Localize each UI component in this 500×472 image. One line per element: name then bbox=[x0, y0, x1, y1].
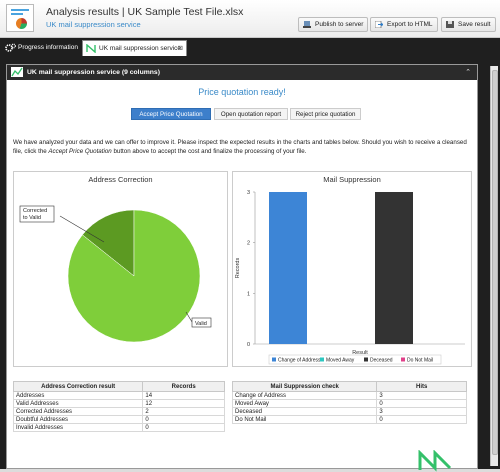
mail-suppression-table: Mail Suppression check Hits Change of Addr… bbox=[231, 381, 467, 424]
legend-swatch bbox=[364, 357, 368, 362]
table-cell: 2 bbox=[142, 407, 225, 416]
table-cell: Addresses bbox=[12, 391, 144, 400]
description-line-1: We have analyzed your data and we can of… bbox=[13, 139, 467, 146]
chart-icon bbox=[11, 67, 23, 77]
table-row: Addresses 14 bbox=[12, 391, 225, 400]
y-tick-label: 3 bbox=[247, 190, 250, 196]
window-subtitle[interactable]: UK mail suppression service bbox=[46, 20, 141, 29]
legend-label: Moved Away bbox=[326, 358, 355, 364]
legend-swatch bbox=[320, 357, 324, 362]
callout-label: Valid bbox=[195, 321, 207, 327]
publish-button[interactable]: Publish to server bbox=[298, 17, 369, 32]
analysis-results-icon bbox=[6, 4, 34, 32]
bar-chart: 0123RecordsResultChange of Address Moved … bbox=[235, 190, 465, 365]
table-cell: Invalid Addresses bbox=[12, 423, 144, 432]
table-row: Doubtful Addresses 0 bbox=[12, 415, 225, 424]
table-cell: Valid Addresses bbox=[12, 399, 144, 408]
description-line-2: file, click the Accept Price Quotation b… bbox=[13, 147, 307, 155]
service-logo-icon bbox=[86, 44, 96, 53]
table-cell: 3 bbox=[376, 391, 467, 400]
legend-label: Do Not Mail bbox=[407, 358, 433, 364]
table-row: Change of Address 3 bbox=[231, 391, 467, 400]
service-panel: UK mail suppression service (9 columns) … bbox=[6, 64, 478, 472]
collapse-icon[interactable]: ⌃ bbox=[465, 65, 471, 80]
bar-change-of-address bbox=[269, 192, 307, 344]
mail-suppression-chart: Mail Suppression 0 1 2 3 Records Result Change… bbox=[232, 171, 472, 367]
accept-quotation-button[interactable]: Accept Price Quotation bbox=[131, 108, 211, 120]
table-cell: Do Not Mail bbox=[231, 415, 378, 424]
publish-server-icon bbox=[303, 21, 311, 28]
panel-header[interactable]: UK mail suppression service (9 columns) … bbox=[7, 65, 477, 80]
table-header-row: Mail Suppression check Hits bbox=[231, 381, 467, 392]
y-tick-label: 2 bbox=[247, 241, 250, 247]
table-cell: 0 bbox=[376, 415, 467, 424]
tab-bar: Progress information UK mail suppression… bbox=[0, 38, 500, 56]
save-button-label: Save result bbox=[458, 21, 491, 28]
y-axis-label: Records bbox=[235, 258, 241, 279]
description-emphasis: Accept Price Quotation bbox=[48, 147, 112, 155]
table-cell: 0 bbox=[142, 415, 225, 424]
legend-swatch bbox=[272, 357, 276, 362]
table-cell: Change of Address bbox=[231, 391, 378, 400]
main-area: UK mail suppression service (9 columns) … bbox=[0, 56, 500, 472]
column-header[interactable]: Hits bbox=[376, 381, 467, 392]
table-row: Moved Away 0 bbox=[231, 399, 467, 408]
quotation-title: Price quotation ready! bbox=[198, 87, 286, 97]
tab-progress-information[interactable]: Progress information bbox=[2, 40, 82, 56]
table-cell: Moved Away bbox=[231, 399, 378, 408]
table-cell: 0 bbox=[142, 423, 225, 432]
pie-chart: Correctedto Valid Valid bbox=[19, 205, 212, 343]
window-title: Analysis results | UK Sample Test File.x… bbox=[46, 6, 244, 18]
callout-label: Corrected bbox=[23, 208, 47, 214]
table-cell: Doubtful Addresses bbox=[12, 415, 144, 424]
table-cell: 12 bbox=[142, 399, 225, 408]
bar-deceased bbox=[375, 192, 413, 344]
tab-label: Progress information bbox=[18, 44, 78, 51]
table-row: Corrected Addresses 2 bbox=[12, 407, 225, 416]
column-header[interactable]: Address Correction result bbox=[12, 381, 144, 392]
legend-label: Change of Address bbox=[278, 358, 321, 364]
save-icon bbox=[446, 21, 454, 28]
open-quotation-report-button[interactable]: Open quotation report bbox=[214, 108, 288, 120]
table-header-row: Address Correction result Records bbox=[12, 381, 225, 392]
table-cell: 3 bbox=[376, 407, 467, 416]
title-bar: Analysis results | UK Sample Test File.x… bbox=[0, 0, 500, 38]
export-button-label: Export to HTML bbox=[387, 21, 433, 28]
scrollbar-thumb[interactable] bbox=[492, 70, 498, 455]
callout-line bbox=[185, 311, 193, 323]
address-correction-chart: Address Correction Corrected to Valid Vali… bbox=[13, 171, 228, 367]
save-result-button[interactable]: Save result bbox=[441, 17, 496, 32]
tab-uk-mail-suppression[interactable]: UK mail suppression service ⊠ bbox=[82, 40, 187, 56]
y-tick-label: 1 bbox=[247, 291, 250, 297]
tab-close-icon[interactable]: ⊠ bbox=[178, 41, 183, 56]
vertical-scrollbar[interactable] bbox=[490, 66, 498, 466]
table-cell: 14 bbox=[142, 391, 225, 400]
legend-swatch bbox=[401, 357, 405, 362]
table-row: Do Not Mail 0 bbox=[231, 415, 467, 424]
address-correction-table: Address Correction result Records Addresse… bbox=[12, 381, 225, 432]
table-row: Deceased 3 bbox=[231, 407, 467, 416]
export-html-button[interactable]: Export to HTML bbox=[370, 17, 438, 32]
panel-title: UK mail suppression service (9 columns) bbox=[27, 69, 160, 76]
legend-label: Deceased bbox=[370, 358, 393, 364]
table-row: Invalid Addresses 0 bbox=[12, 423, 225, 432]
table-row: Valid Addresses 12 bbox=[12, 399, 225, 408]
column-header[interactable]: Mail Suppression check bbox=[231, 381, 378, 392]
table-cell: Deceased bbox=[231, 407, 378, 416]
callout-label: to Valid bbox=[23, 215, 41, 221]
y-tick-label: 0 bbox=[247, 342, 250, 348]
tab-label: UK mail suppression service bbox=[99, 45, 182, 52]
export-icon bbox=[375, 21, 383, 28]
publish-button-label: Publish to server bbox=[315, 21, 364, 28]
gears-icon bbox=[5, 43, 16, 52]
column-header[interactable]: Records bbox=[142, 381, 225, 392]
table-cell: Corrected Addresses bbox=[12, 407, 144, 416]
description-text: We have analyzed your data and we can of… bbox=[13, 139, 475, 156]
reject-quotation-button[interactable]: Reject price quotation bbox=[290, 108, 361, 120]
table-cell: 0 bbox=[376, 399, 467, 408]
